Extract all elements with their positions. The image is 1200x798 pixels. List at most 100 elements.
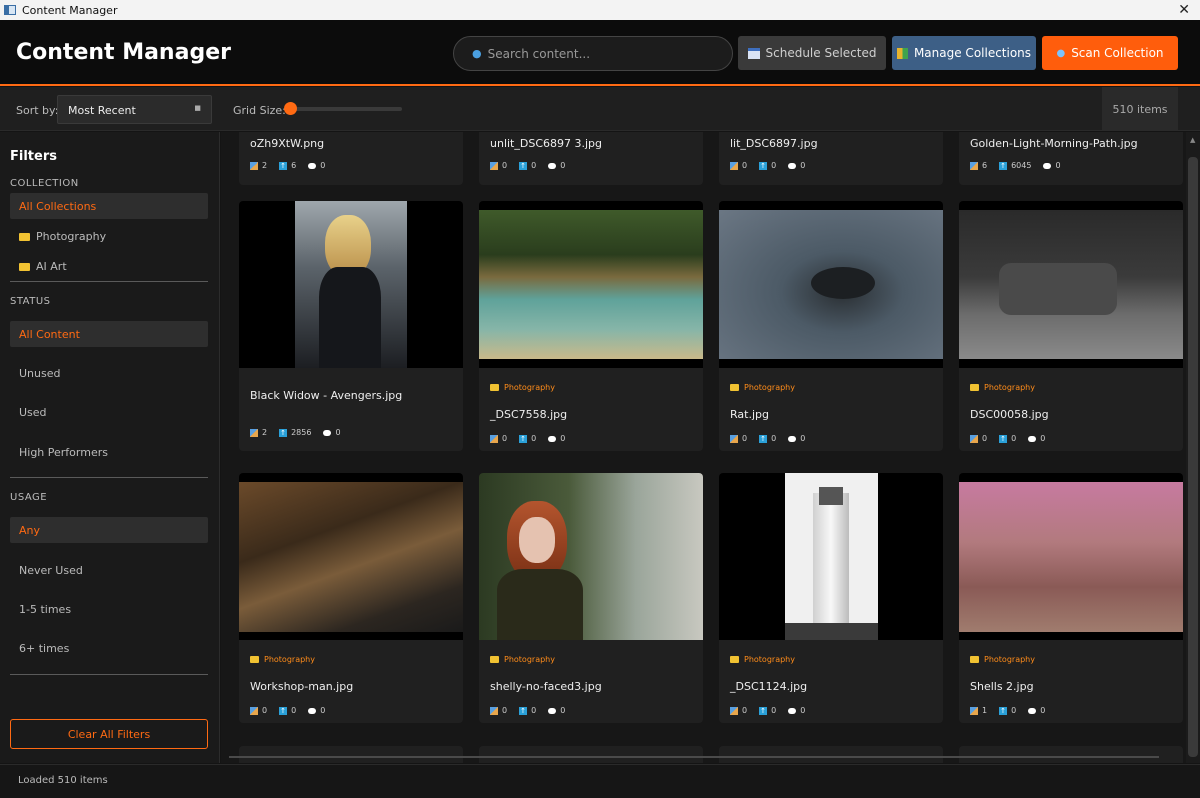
filter-label: High Performers (19, 445, 108, 459)
schedule-selected-button[interactable]: Schedule Selected (738, 36, 886, 70)
sort-dropdown[interactable]: Most Recent ■ (57, 95, 212, 124)
stat-score: 0 (1011, 434, 1017, 443)
folder-icon (970, 384, 979, 391)
filter-1-5-times[interactable]: 1-5 times (10, 596, 208, 622)
close-icon[interactable]: ✕ (1178, 2, 1190, 18)
file-name: Rat.jpg (730, 408, 769, 421)
clear-all-filters-button[interactable]: Clear All Filters (10, 719, 208, 749)
content-card[interactable]: Photography _DSC1124.jpg 0 ↑ 0 0 (719, 473, 943, 723)
content-card[interactable]: lit_DSC6897.jpg 0 ↑ 0 0 (719, 132, 943, 185)
slider-handle[interactable] (284, 102, 297, 115)
stat-score: 0 (531, 434, 537, 443)
stat-posts: 2 (262, 161, 268, 170)
toolbar: Sort by: Most Recent ■ Grid Size: 510 it… (0, 87, 1200, 131)
divider (10, 674, 208, 675)
filter-label: All Collections (19, 199, 97, 213)
search-input[interactable]: ● Search content... (453, 36, 733, 71)
upvote-icon: ↑ (999, 706, 1008, 715)
collection-name: Photography (744, 383, 795, 392)
stat-comments: 0 (560, 706, 566, 715)
stat-posts: 0 (742, 706, 748, 715)
stat-posts: 0 (502, 161, 508, 170)
scan-collection-button[interactable]: ● Scan Collection (1042, 36, 1178, 70)
filter-never-used[interactable]: Never Used (10, 557, 208, 583)
content-card[interactable]: Photography Rat.jpg 0 ↑ 0 0 (719, 201, 943, 451)
comment-icon (788, 707, 797, 714)
card-stats: 0 ↑ 0 0 (490, 434, 577, 443)
stat-posts: 2 (262, 428, 268, 437)
folder-icon (250, 656, 259, 663)
filter-all-collections[interactable]: All Collections (10, 193, 208, 219)
stat-posts: 0 (982, 434, 988, 443)
file-name: Workshop-man.jpg (250, 680, 354, 693)
calendar-icon (747, 47, 760, 59)
collection-tag: Photography (730, 655, 795, 664)
grid-size-label: Grid Size: (233, 104, 286, 117)
sort-value: Most Recent (68, 104, 136, 117)
card-stats: 0 ↑ 0 0 (970, 434, 1057, 443)
filter-used[interactable]: Used (10, 399, 208, 425)
file-name: Shells 2.jpg (970, 680, 1034, 693)
content-card[interactable] (959, 746, 1183, 763)
scrollbar-thumb[interactable] (1188, 157, 1198, 757)
filter-usage-any[interactable]: Any (10, 517, 208, 543)
collections-icon (896, 47, 908, 59)
image-icon (970, 706, 978, 715)
item-count: 510 items (1102, 87, 1178, 131)
content-card[interactable] (479, 746, 703, 763)
filter-label: Never Used (19, 563, 83, 577)
filter-high-performers[interactable]: High Performers (10, 439, 208, 465)
collection-tag: Photography (250, 655, 315, 664)
scroll-up-icon[interactable]: ▲ (1190, 136, 1195, 144)
collection-name: Photography (264, 655, 315, 664)
filter-photography[interactable]: Photography (10, 223, 208, 249)
content-card[interactable]: oZh9XtW.png 2 ↑ 6 0 (239, 132, 463, 185)
content-card[interactable]: Black Widow - Avengers.jpg 2 ↑ 2856 0 (239, 201, 463, 451)
stat-comments: 0 (335, 428, 341, 437)
image-icon (730, 706, 738, 715)
comment-icon (548, 707, 557, 714)
image-icon (250, 161, 258, 170)
upvote-icon: ↑ (279, 706, 288, 715)
content-card[interactable]: Photography Workshop-man.jpg 0 ↑ 0 0 (239, 473, 463, 723)
upvote-icon: ↑ (999, 161, 1008, 170)
page-title: Content Manager (16, 40, 231, 65)
content-card[interactable]: Golden-Light-Morning-Path.jpg 6 ↑ 6045 0 (959, 132, 1183, 185)
filter-ai-art[interactable]: AI Art (10, 253, 208, 279)
content-card[interactable]: Photography Shells 2.jpg 1 ↑ 0 0 (959, 473, 1183, 723)
stat-comments: 0 (1040, 434, 1046, 443)
file-name: lit_DSC6897.jpg (730, 137, 818, 150)
content-card[interactable] (719, 746, 943, 763)
comment-icon (548, 162, 557, 169)
upvote-icon: ↑ (519, 706, 528, 715)
grid-size-slider[interactable] (284, 102, 402, 115)
filter-6-plus-times[interactable]: 6+ times (10, 635, 208, 661)
folder-icon (730, 656, 739, 663)
content-card[interactable] (239, 746, 463, 763)
stat-comments: 0 (560, 161, 566, 170)
content-card[interactable]: Photography shelly-no-faced3.jpg 0 ↑ 0 0 (479, 473, 703, 723)
comment-icon (548, 435, 557, 442)
stat-comments: 0 (1040, 706, 1046, 715)
thumbnail-image (719, 201, 943, 368)
card-stats: 0 ↑ 0 0 (490, 706, 577, 715)
manage-collections-label: Manage Collections (913, 46, 1032, 60)
stat-comments: 0 (800, 161, 806, 170)
file-name: Golden-Light-Morning-Path.jpg (970, 137, 1138, 150)
stat-posts: 0 (502, 434, 508, 443)
content-card[interactable]: unlit_DSC6897 3.jpg 0 ↑ 0 0 (479, 132, 703, 185)
horizontal-scrollbar[interactable] (229, 756, 1159, 758)
manage-collections-button[interactable]: Manage Collections (892, 36, 1036, 70)
window-title: Content Manager (22, 3, 118, 17)
image-icon (490, 161, 498, 170)
filter-label: Used (19, 405, 47, 419)
content-card[interactable]: Photography _DSC7558.jpg 0 ↑ 0 0 (479, 201, 703, 451)
content-card[interactable]: Photography DSC00058.jpg 0 ↑ 0 0 (959, 201, 1183, 451)
comment-icon (308, 707, 317, 714)
search-icon: ● (472, 47, 482, 60)
thumbnail-image (479, 201, 703, 368)
collection-name: Photography (984, 383, 1035, 392)
vertical-scrollbar[interactable]: ▲ (1186, 132, 1200, 763)
filter-unused[interactable]: Unused (10, 360, 208, 386)
filter-all-content[interactable]: All Content (10, 321, 208, 347)
